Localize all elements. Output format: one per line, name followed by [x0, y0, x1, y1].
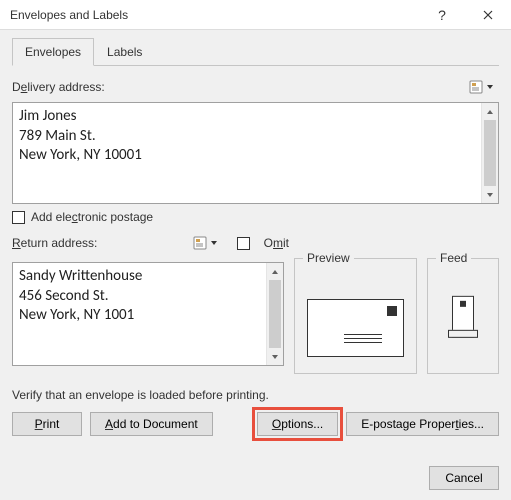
print-button[interactable]: Print [12, 412, 82, 436]
e-postage-properties-button[interactable]: E-postage Properties... [346, 412, 499, 436]
close-button[interactable] [465, 0, 511, 30]
preview-label: Preview [303, 251, 354, 265]
feed-tray-icon [452, 296, 474, 338]
return-address-text[interactable]: Sandy Writtenhouse 456 Second St. New Yo… [13, 263, 283, 330]
add-to-document-button[interactable]: Add to Document [90, 412, 213, 436]
scroll-up-icon [271, 268, 279, 276]
tab-strip: Envelopes Labels [12, 38, 499, 66]
address-book-delivery-button[interactable] [463, 76, 499, 98]
delivery-address-label: Delivery address: [12, 80, 105, 94]
scroll-thumb[interactable] [484, 120, 496, 186]
close-icon [483, 10, 493, 20]
return-address-label: Return address: [12, 236, 97, 250]
chevron-down-icon [486, 83, 494, 91]
feed-group[interactable]: Feed [427, 258, 499, 374]
feed-label: Feed [436, 251, 471, 265]
scroll-thumb[interactable] [269, 280, 281, 348]
options-button[interactable]: Options... [257, 412, 338, 436]
chevron-down-icon [210, 239, 218, 247]
omit-label: Omit [264, 236, 289, 250]
delivery-address-text[interactable]: Jim Jones 789 Main St. New York, NY 1000… [13, 103, 498, 170]
cancel-button[interactable]: Cancel [429, 466, 499, 490]
address-book-icon [468, 79, 484, 95]
electronic-postage-label: Add electronic postage [31, 210, 153, 224]
electronic-postage-checkbox[interactable] [12, 211, 25, 224]
return-scrollbar[interactable] [266, 263, 283, 365]
scroll-down-icon [271, 353, 279, 361]
scroll-up-icon [486, 108, 494, 116]
window-title: Envelopes and Labels [10, 8, 419, 22]
preview-group[interactable]: Preview [294, 258, 417, 374]
address-book-return-button[interactable] [187, 232, 223, 254]
omit-checkbox[interactable] [237, 237, 250, 250]
envelope-preview-icon [307, 299, 404, 357]
help-button[interactable]: ? [419, 0, 465, 30]
scroll-down-icon [486, 191, 494, 199]
delivery-address-field[interactable]: Jim Jones 789 Main St. New York, NY 1000… [12, 102, 499, 204]
tab-envelopes[interactable]: Envelopes [12, 38, 94, 66]
address-book-icon [192, 235, 208, 251]
verify-text: Verify that an envelope is loaded before… [12, 388, 499, 402]
delivery-scrollbar[interactable] [481, 103, 498, 203]
tab-labels[interactable]: Labels [94, 38, 155, 66]
return-address-field[interactable]: Sandy Writtenhouse 456 Second St. New Yo… [12, 262, 284, 366]
